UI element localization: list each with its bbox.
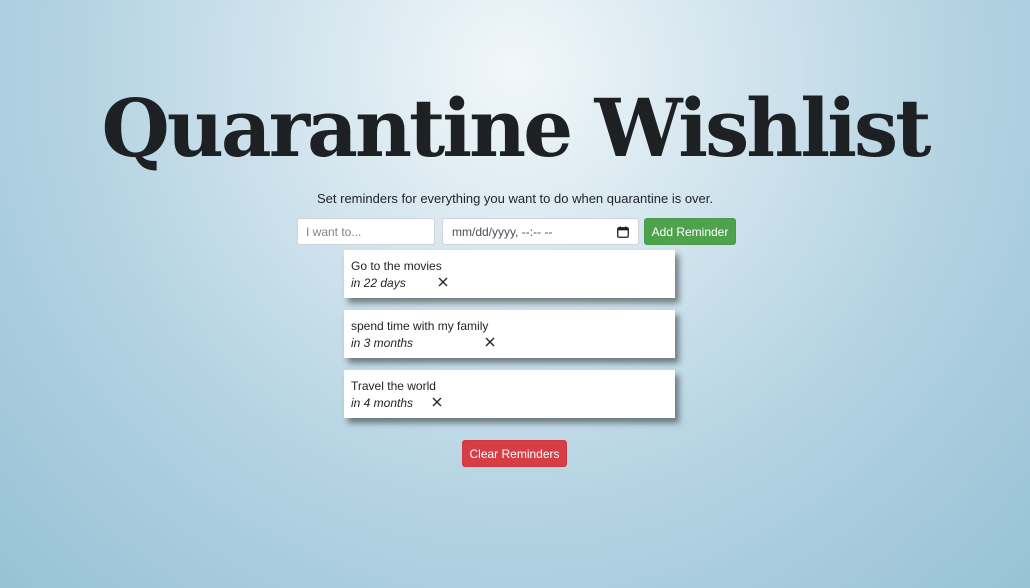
reminder-card: spend time with my family in 3 months — [344, 310, 675, 358]
add-reminder-button[interactable]: Add Reminder — [644, 218, 736, 245]
reminder-text: Travel the world — [351, 379, 436, 393]
reminder-text: spend time with my family — [351, 319, 489, 333]
clear-reminders-button[interactable]: Clear Reminders — [462, 440, 567, 467]
reminder-time: in 22 days — [351, 276, 406, 290]
page-subtitle: Set reminders for everything you want to… — [317, 191, 713, 206]
reminder-text: Go to the movies — [351, 259, 442, 273]
reminder-card: Go to the movies in 22 days — [344, 250, 675, 298]
close-icon[interactable] — [438, 277, 448, 287]
close-icon[interactable] — [485, 337, 495, 347]
reminder-list: Go to the movies in 22 days spend time w… — [344, 250, 675, 430]
reminder-text-input[interactable] — [297, 218, 435, 245]
date-placeholder: mm/dd/yyyy, --:-- -- — [452, 224, 553, 239]
close-icon[interactable] — [432, 397, 442, 407]
page-title: Quarantine Wishlist — [101, 81, 931, 175]
reminder-card: Travel the world in 4 months — [344, 370, 675, 418]
reminder-time: in 3 months — [351, 336, 414, 350]
reminder-date-input[interactable]: mm/dd/yyyy, --:-- -- — [442, 218, 639, 245]
calendar-icon[interactable] — [617, 225, 629, 238]
reminder-time: in 4 months — [351, 396, 414, 410]
